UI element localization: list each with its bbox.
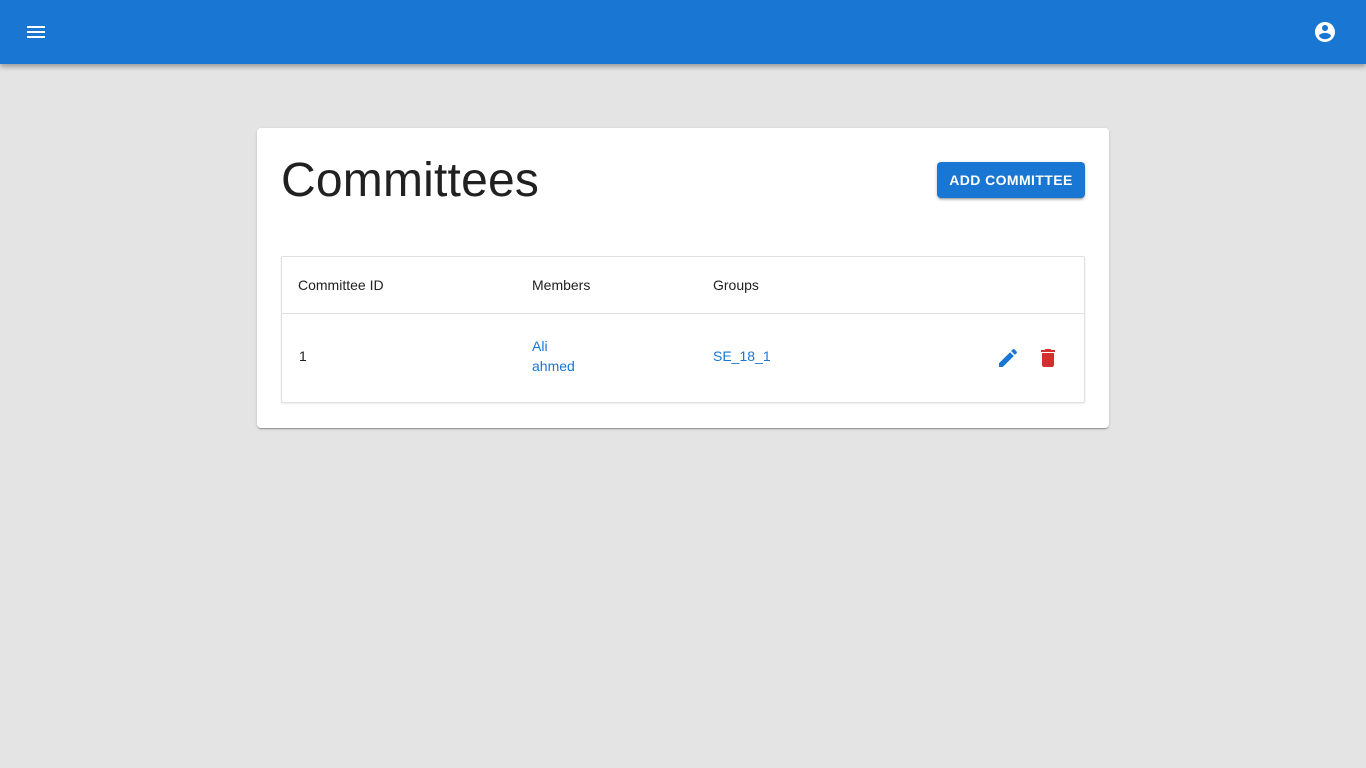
menu-icon: [27, 26, 45, 38]
edit-button[interactable]: [992, 342, 1024, 374]
add-committee-button[interactable]: ADD COMMITTEE: [937, 162, 1085, 198]
account-button[interactable]: [1301, 8, 1349, 56]
groups-cell: SE_18_1: [713, 346, 771, 366]
committee-id-cell: 1: [299, 348, 307, 364]
committees-table: Committee ID Members Groups 1 Ali ahmed …: [281, 256, 1085, 403]
table-header: Committee ID Members Groups: [282, 257, 1084, 314]
delete-button[interactable]: [1032, 342, 1064, 374]
app-bar: [0, 0, 1366, 64]
account-circle-icon: [1315, 22, 1335, 42]
member-link[interactable]: ahmed: [532, 356, 575, 376]
column-header-groups: Groups: [713, 277, 759, 293]
table-row: 1 Ali ahmed SE_18_1: [282, 314, 1084, 402]
member-link[interactable]: Ali: [532, 336, 575, 356]
edit-icon: [999, 348, 1018, 367]
group-link[interactable]: SE_18_1: [713, 346, 771, 366]
column-header-members: Members: [532, 277, 591, 293]
delete-icon: [1041, 349, 1055, 367]
page-title: Committees: [281, 154, 540, 207]
members-cell: Ali ahmed: [532, 336, 575, 376]
committees-card: Committees ADD COMMITTEE Committee ID Me…: [257, 128, 1109, 428]
menu-button[interactable]: [12, 8, 60, 56]
column-header-committee-id: Committee ID: [298, 277, 384, 293]
